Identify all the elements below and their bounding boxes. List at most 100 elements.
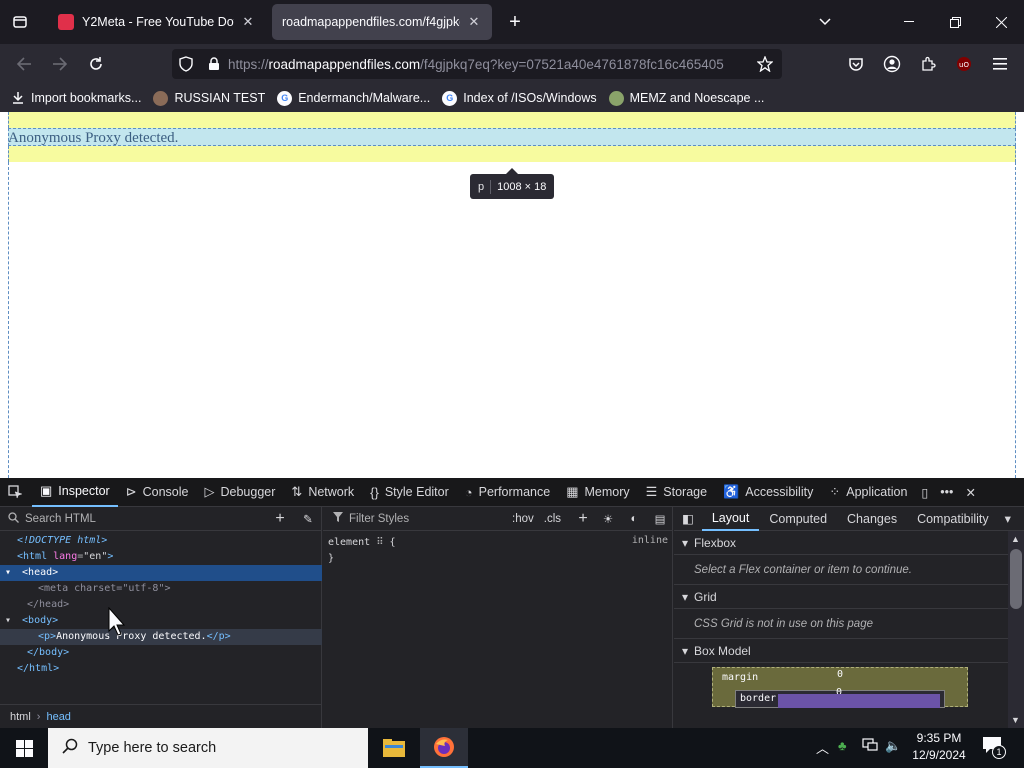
bookmark-import[interactable]: Import bookmarks...: [10, 91, 141, 106]
tab-accessibility[interactable]: ♿ Accessibility: [715, 478, 821, 507]
google-icon: G: [442, 90, 458, 106]
bookmark-star-icon[interactable]: [750, 49, 780, 79]
grid-section-header[interactable]: ▾ Grid: [674, 585, 1008, 609]
tab-storage[interactable]: ☰ Storage: [638, 478, 715, 507]
close-devtools-icon[interactable]: ✕: [959, 478, 981, 507]
element-picker-icon[interactable]: [0, 478, 32, 507]
hov-button[interactable]: :hov: [512, 513, 534, 525]
ublock-origin-icon[interactable]: uO: [949, 49, 979, 79]
taskbar-search-input[interactable]: Type here to search: [88, 740, 216, 756]
account-icon[interactable]: [877, 49, 907, 79]
pocket-icon[interactable]: [841, 49, 871, 79]
margin-value[interactable]: 0: [837, 669, 843, 680]
chevron-down-icon[interactable]: ▾: [999, 507, 1017, 531]
inspector-icon: ▣: [40, 483, 53, 498]
firefox-taskbar-icon[interactable]: [420, 728, 468, 768]
markup-body-close[interactable]: </body>: [0, 645, 322, 661]
tab-roadmap[interactable]: roadmapappendfiles.com/f4gjpkq ✕: [272, 4, 492, 40]
file-explorer-icon[interactable]: [370, 728, 418, 768]
tab-computed[interactable]: Computed: [759, 507, 837, 531]
add-node-icon[interactable]: +: [266, 510, 294, 528]
close-tab-icon[interactable]: ✕: [466, 14, 482, 30]
boxmodel-section-header[interactable]: ▾ Box Model: [674, 639, 1008, 663]
start-button[interactable]: [0, 728, 48, 768]
print-media-icon[interactable]: ▤: [647, 512, 673, 526]
notifications-icon[interactable]: 1: [982, 736, 1008, 760]
tab-network[interactable]: ⇅ Network: [283, 478, 362, 507]
tab-debugger[interactable]: ▷ Debugger: [197, 478, 284, 507]
flexbox-message: Select a Flex container or item to conti…: [674, 555, 1008, 585]
tab-application[interactable]: ⁘ Application: [821, 478, 915, 507]
markup-panel: Search HTML + ✎ <!DOCTYPE html> <html la…: [0, 507, 322, 728]
reload-icon[interactable]: [81, 49, 111, 79]
expand-triangle-icon[interactable]: ▾: [5, 613, 16, 629]
markup-html-node[interactable]: <html lang="en">: [0, 549, 322, 565]
search-html-input[interactable]: Search HTML: [25, 513, 266, 525]
menu-icon[interactable]: [985, 49, 1015, 79]
markup-html-close[interactable]: </html>: [0, 661, 322, 677]
y2meta-icon: [58, 14, 74, 30]
tab-memory[interactable]: ▦ Memory: [558, 478, 637, 507]
list-all-tabs-icon[interactable]: [802, 0, 848, 44]
tab-console[interactable]: ⊳ Console: [118, 478, 197, 507]
markup-body-node[interactable]: ▾ <body>: [0, 613, 322, 629]
boxmodel-margin[interactable]: margin 0 border 0: [712, 667, 968, 708]
tray-app-icon[interactable]: ♣: [838, 738, 847, 753]
responsive-design-icon[interactable]: ▯: [915, 478, 934, 507]
extensions-icon[interactable]: [913, 49, 943, 79]
tab-layout[interactable]: Layout: [701, 507, 760, 531]
windows-logo-icon: [15, 739, 33, 757]
dark-theme-icon[interactable]: ◐: [621, 513, 647, 525]
tab-compatibility[interactable]: Compatibility: [907, 507, 999, 531]
section-title: Flexbox: [694, 535, 737, 550]
restore-icon[interactable]: [932, 0, 978, 44]
markup-head-node[interactable]: ▾ <head>: [0, 565, 322, 581]
network-tray-icon[interactable]: [862, 738, 878, 755]
bookmark-russian-test[interactable]: RUSSIAN TEST: [153, 90, 265, 106]
show-hidden-icons-icon[interactable]: ︿: [816, 738, 829, 757]
tab-y2meta[interactable]: Y2Meta - Free YouTube Downlo ✕: [48, 4, 266, 40]
rule-selector: element: [328, 537, 371, 548]
minimize-icon[interactable]: [886, 0, 932, 44]
expand-triangle-icon[interactable]: ▾: [5, 565, 16, 581]
tab-inspector[interactable]: ▣ Inspector: [32, 478, 118, 507]
firefox-view-icon[interactable]: [5, 7, 35, 37]
scroll-up-icon[interactable]: ▲: [1011, 534, 1020, 544]
markup-meta-node[interactable]: <meta charset="utf-8">: [0, 581, 322, 597]
toggle-sidebar-icon[interactable]: ◧: [674, 507, 702, 531]
breadcrumb-item[interactable]: head: [46, 711, 70, 723]
flexbox-section-header[interactable]: ▾ Flexbox: [674, 531, 1008, 555]
scroll-down-icon[interactable]: ▼: [1011, 715, 1020, 725]
tab-style-editor[interactable]: {} Style Editor: [362, 478, 457, 507]
lock-icon[interactable]: [200, 57, 228, 71]
markup-head-close[interactable]: </head>: [0, 597, 322, 613]
close-window-icon[interactable]: [978, 0, 1024, 44]
add-rule-icon[interactable]: +: [571, 510, 595, 528]
tab-changes[interactable]: Changes: [837, 507, 907, 531]
eyedropper-icon[interactable]: ✎: [294, 512, 322, 526]
tab-performance[interactable]: ◔ Performance: [457, 478, 558, 507]
markup-doctype[interactable]: <!DOCTYPE html>: [0, 533, 322, 549]
boxmodel-padding[interactable]: [778, 694, 940, 708]
url-bar[interactable]: https://roadmapappendfiles.com/f4gjpkq7e…: [172, 49, 782, 79]
back-icon[interactable]: [9, 49, 39, 79]
bookmark-endermanch[interactable]: G Endermanch/Malware...: [277, 90, 430, 106]
volume-icon[interactable]: 🔈: [885, 738, 901, 754]
tab-label: Inspector: [58, 484, 110, 498]
filter-styles-input[interactable]: Filter Styles: [349, 513, 512, 525]
close-tab-icon[interactable]: ✕: [240, 14, 256, 30]
cls-button[interactable]: .cls: [544, 513, 561, 525]
taskbar-clock[interactable]: 9:35 PM 12/9/2024: [906, 730, 972, 764]
taskbar-search[interactable]: Type here to search: [48, 728, 368, 768]
light-theme-icon[interactable]: ☀: [595, 512, 621, 526]
tracking-protection-icon[interactable]: [172, 56, 200, 72]
sidebar-scroll-thumb[interactable]: [1010, 549, 1022, 609]
forward-icon[interactable]: [45, 49, 75, 79]
more-options-icon[interactable]: •••: [934, 478, 959, 507]
markup-p-node[interactable]: <p>Anonymous Proxy detected.</p>: [0, 629, 322, 645]
bookmark-memz[interactable]: MEMZ and Noescape ...: [608, 90, 764, 106]
boxmodel-border[interactable]: border 0: [735, 687, 945, 708]
bookmark-isos[interactable]: G Index of /ISOs/Windows: [442, 90, 597, 106]
breadcrumb-item[interactable]: html: [10, 711, 31, 723]
new-tab-button[interactable]: +: [500, 7, 530, 37]
